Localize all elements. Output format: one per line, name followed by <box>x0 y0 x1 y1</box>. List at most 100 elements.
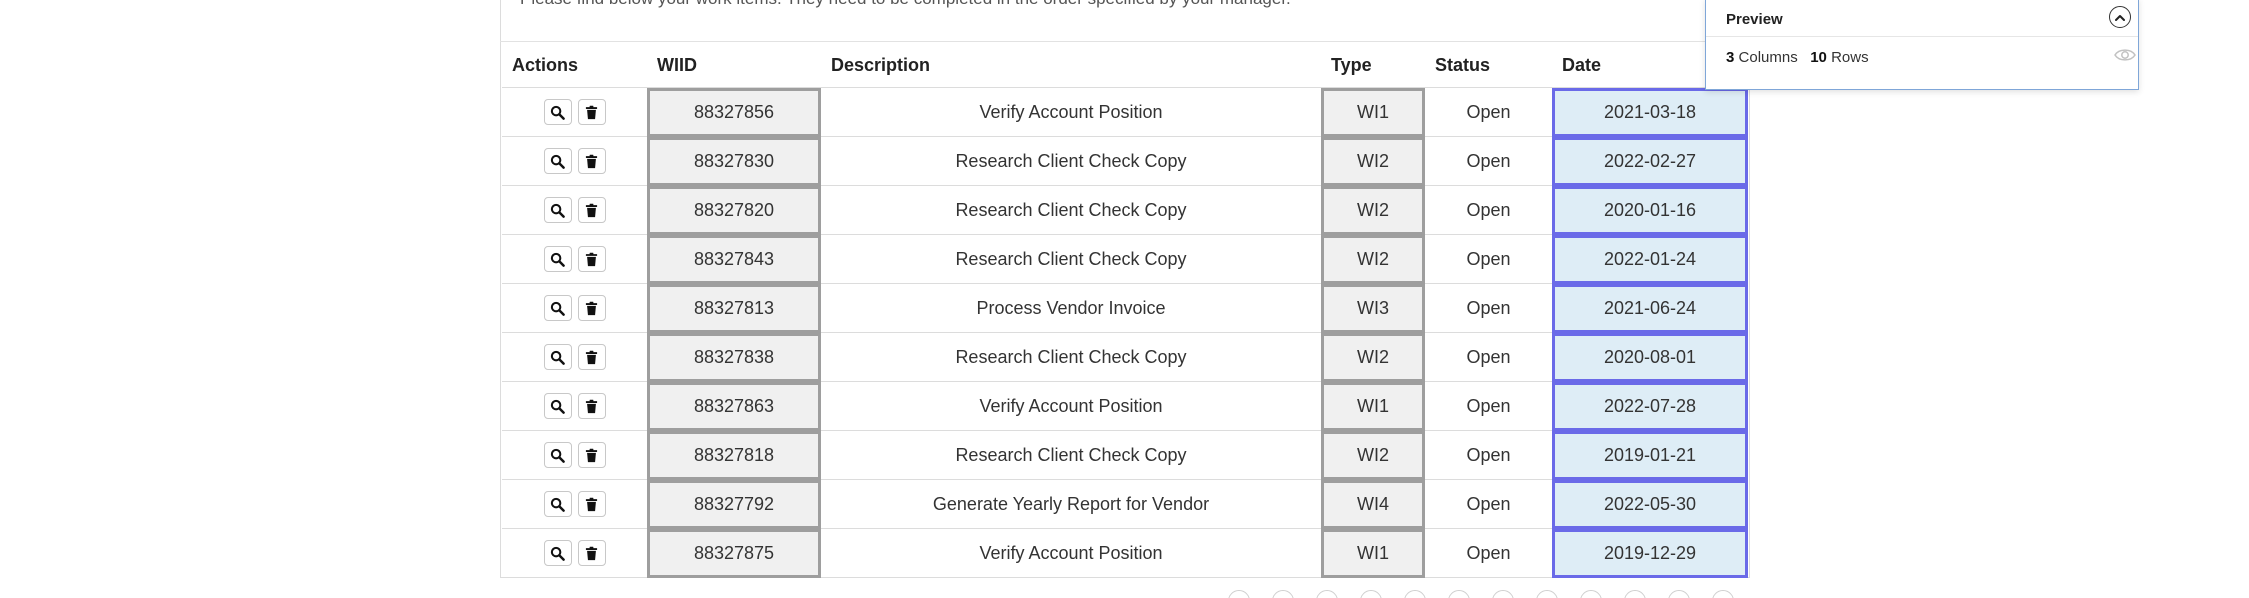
page-button[interactable] <box>1624 590 1646 598</box>
delete-button[interactable] <box>577 246 606 272</box>
view-button[interactable] <box>543 295 572 321</box>
cell-status[interactable]: Open <box>1425 87 1552 137</box>
delete-button[interactable] <box>577 442 606 468</box>
cell-type[interactable]: WI2 <box>1321 136 1425 186</box>
view-button[interactable] <box>543 99 572 125</box>
cell-description[interactable]: Research Client Check Copy <box>821 136 1321 186</box>
search-icon <box>550 154 565 169</box>
header-wiid[interactable]: WIID <box>647 44 821 88</box>
page-button[interactable] <box>1580 590 1602 598</box>
cell-status[interactable]: Open <box>1425 234 1552 284</box>
page-button[interactable] <box>1228 590 1250 598</box>
cell-type[interactable]: WI2 <box>1321 234 1425 284</box>
cell-date[interactable]: 2019-12-29 <box>1552 528 1748 578</box>
cell-wiid[interactable]: 88327875 <box>647 528 821 578</box>
trash-icon <box>584 350 599 365</box>
table-row: 88327818 Research Client Check Copy WI2 Ope… <box>502 430 1748 480</box>
view-button[interactable] <box>543 442 572 468</box>
cell-status[interactable]: Open <box>1425 479 1552 529</box>
cell-description[interactable]: Research Client Check Copy <box>821 234 1321 284</box>
row-actions <box>502 332 647 382</box>
cell-type[interactable]: WI2 <box>1321 430 1425 480</box>
cell-type[interactable]: WI3 <box>1321 283 1425 333</box>
delete-button[interactable] <box>577 491 606 517</box>
cell-wiid[interactable]: 88327813 <box>647 283 821 333</box>
cell-description[interactable]: Research Client Check Copy <box>821 185 1321 235</box>
cell-type[interactable]: WI1 <box>1321 528 1425 578</box>
table-row: 88327875 Verify Account Position WI1 Open 20… <box>502 528 1748 578</box>
cell-date[interactable]: 2020-01-16 <box>1552 185 1748 235</box>
search-icon <box>550 105 565 120</box>
intro-text: Please find below your work items. They … <box>520 0 1291 9</box>
cell-date[interactable]: 2022-05-30 <box>1552 479 1748 529</box>
eye-icon[interactable] <box>2114 47 2136 63</box>
trash-icon <box>584 497 599 512</box>
chevron-up-icon[interactable] <box>2109 6 2131 28</box>
delete-button[interactable] <box>577 540 606 566</box>
cell-type[interactable]: WI2 <box>1321 185 1425 235</box>
row-actions <box>502 479 647 529</box>
cell-status[interactable]: Open <box>1425 283 1552 333</box>
delete-button[interactable] <box>577 99 606 125</box>
cell-date[interactable]: 2022-01-24 <box>1552 234 1748 284</box>
cell-type[interactable]: WI1 <box>1321 87 1425 137</box>
page-button[interactable] <box>1492 590 1514 598</box>
search-icon <box>550 399 565 414</box>
page-button[interactable] <box>1536 590 1558 598</box>
cell-status[interactable]: Open <box>1425 430 1552 480</box>
cell-description[interactable]: Verify Account Position <box>821 87 1321 137</box>
cell-description[interactable]: Research Client Check Copy <box>821 430 1321 480</box>
cell-type[interactable]: WI2 <box>1321 332 1425 382</box>
cell-wiid[interactable]: 88327818 <box>647 430 821 480</box>
header-description[interactable]: Description <box>821 44 1321 88</box>
cell-date[interactable]: 2022-07-28 <box>1552 381 1748 431</box>
cell-description[interactable]: Verify Account Position <box>821 528 1321 578</box>
header-status[interactable]: Status <box>1425 44 1552 88</box>
cell-description[interactable]: Process Vendor Invoice <box>821 283 1321 333</box>
cell-description[interactable]: Research Client Check Copy <box>821 332 1321 382</box>
cell-status[interactable]: Open <box>1425 185 1552 235</box>
delete-button[interactable] <box>577 197 606 223</box>
cell-status[interactable]: Open <box>1425 332 1552 382</box>
page-button[interactable] <box>1404 590 1426 598</box>
cell-date[interactable]: 2022-02-27 <box>1552 136 1748 186</box>
delete-button[interactable] <box>577 148 606 174</box>
cell-status[interactable]: Open <box>1425 528 1552 578</box>
cell-type[interactable]: WI1 <box>1321 381 1425 431</box>
view-button[interactable] <box>543 197 572 223</box>
view-button[interactable] <box>543 393 572 419</box>
delete-button[interactable] <box>577 344 606 370</box>
cell-wiid[interactable]: 88327838 <box>647 332 821 382</box>
cell-wiid[interactable]: 88327856 <box>647 87 821 137</box>
cell-type[interactable]: WI4 <box>1321 479 1425 529</box>
view-button[interactable] <box>543 246 572 272</box>
page-button[interactable] <box>1360 590 1382 598</box>
view-button[interactable] <box>543 344 572 370</box>
cell-date[interactable]: 2020-08-01 <box>1552 332 1748 382</box>
delete-button[interactable] <box>577 295 606 321</box>
page-button[interactable] <box>1712 590 1734 598</box>
view-button[interactable] <box>543 148 572 174</box>
page-button[interactable] <box>1668 590 1690 598</box>
view-button[interactable] <box>543 540 572 566</box>
preview-stats: 3 Columns 10 Rows <box>1726 49 1869 66</box>
preview-rows-count: 10 <box>1810 49 1827 66</box>
cell-status[interactable]: Open <box>1425 136 1552 186</box>
page-button[interactable] <box>1272 590 1294 598</box>
page-button[interactable] <box>1316 590 1338 598</box>
page-button[interactable] <box>1448 590 1470 598</box>
header-type[interactable]: Type <box>1321 44 1425 88</box>
cell-date[interactable]: 2021-03-18 <box>1552 87 1748 137</box>
cell-wiid[interactable]: 88327830 <box>647 136 821 186</box>
cell-status[interactable]: Open <box>1425 381 1552 431</box>
delete-button[interactable] <box>577 393 606 419</box>
cell-description[interactable]: Verify Account Position <box>821 381 1321 431</box>
cell-date[interactable]: 2021-06-24 <box>1552 283 1748 333</box>
cell-description[interactable]: Generate Yearly Report for Vendor <box>821 479 1321 529</box>
cell-wiid[interactable]: 88327820 <box>647 185 821 235</box>
cell-wiid[interactable]: 88327792 <box>647 479 821 529</box>
view-button[interactable] <box>543 491 572 517</box>
cell-wiid[interactable]: 88327863 <box>647 381 821 431</box>
cell-wiid[interactable]: 88327843 <box>647 234 821 284</box>
cell-date[interactable]: 2019-01-21 <box>1552 430 1748 480</box>
